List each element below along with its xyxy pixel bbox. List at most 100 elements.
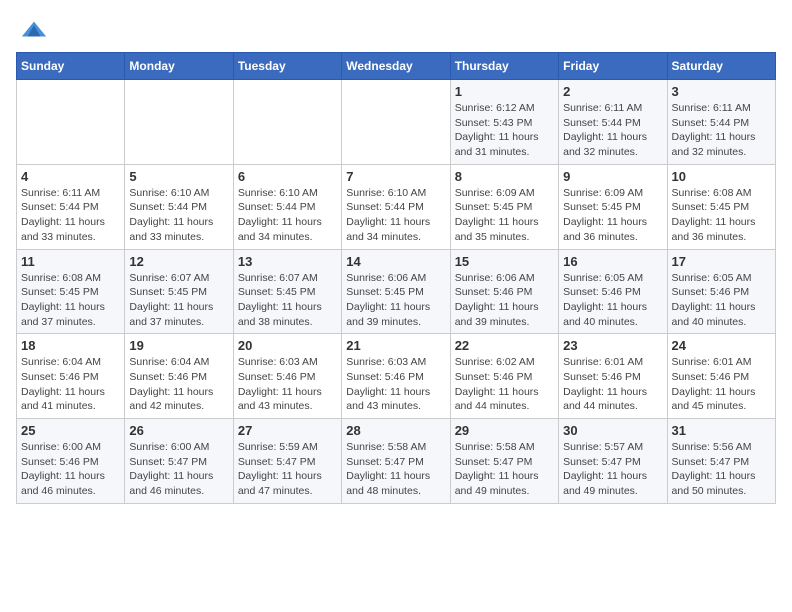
calendar-cell: 23Sunrise: 6:01 AM Sunset: 5:46 PM Dayli… [559, 334, 667, 419]
calendar-cell: 29 Sunrise: 5:58 AM Sunset: 5:47 PM Dayli… [450, 419, 558, 504]
day-number: 13 [238, 254, 337, 269]
calendar-cell: 28Sunrise: 5:58 AM Sunset: 5:47 PM Dayli… [342, 419, 450, 504]
calendar-cell: 8 Sunrise: 6:09 AM Sunset: 5:45 PM Daylig… [450, 164, 558, 249]
calendar-body: 1 Sunrise: 6:12 AM Sunset: 5:43 PM Daylig… [17, 80, 776, 504]
calendar-cell: 21 Sunrise: 6:03 AM Sunset: 5:46 PM Dayli… [342, 334, 450, 419]
day-info: Sunrise: 6:03 AM Sunset: 5:46 PM Dayligh… [238, 355, 337, 414]
calendar-cell: 30 Sunrise: 5:57 AM Sunset: 5:47 PM Dayli… [559, 419, 667, 504]
calendar-cell: 4 Sunrise: 6:11 AM Sunset: 5:44 PM Daylig… [17, 164, 125, 249]
day-info: Sunrise: 6:10 AM Sunset: 5:44 PM Dayligh… [129, 186, 228, 245]
day-number: 3 [672, 84, 771, 99]
week-row-5: 25 Sunrise: 6:00 AM Sunset: 5:46 PM Dayli… [17, 419, 776, 504]
calendar-cell [125, 80, 233, 165]
calendar-cell [17, 80, 125, 165]
calendar-cell [342, 80, 450, 165]
calendar-cell: 9Sunrise: 6:09 AM Sunset: 5:45 PM Daylig… [559, 164, 667, 249]
weekday-header-tuesday: Tuesday [233, 53, 341, 80]
logo-icon [20, 16, 48, 44]
calendar-cell: 15 Sunrise: 6:06 AM Sunset: 5:46 PM Dayli… [450, 249, 558, 334]
day-info: Sunrise: 6:11 AM Sunset: 5:44 PM Dayligh… [21, 186, 120, 245]
day-number: 15 [455, 254, 554, 269]
calendar-cell: 19 Sunrise: 6:04 AM Sunset: 5:46 PM Dayli… [125, 334, 233, 419]
day-number: 18 [21, 338, 120, 353]
day-info: Sunrise: 6:09 AM Sunset: 5:45 PM Dayligh… [455, 186, 554, 245]
calendar-cell: 6 Sunrise: 6:10 AM Sunset: 5:44 PM Daylig… [233, 164, 341, 249]
day-number: 14 [346, 254, 445, 269]
calendar-cell: 18Sunrise: 6:04 AM Sunset: 5:46 PM Dayli… [17, 334, 125, 419]
calendar-cell: 26 Sunrise: 6:00 AM Sunset: 5:47 PM Dayli… [125, 419, 233, 504]
calendar-cell: 16Sunrise: 6:05 AM Sunset: 5:46 PM Dayli… [559, 249, 667, 334]
day-info: Sunrise: 6:08 AM Sunset: 5:45 PM Dayligh… [672, 186, 771, 245]
week-row-1: 1 Sunrise: 6:12 AM Sunset: 5:43 PM Daylig… [17, 80, 776, 165]
calendar-cell: 22 Sunrise: 6:02 AM Sunset: 5:46 PM Dayli… [450, 334, 558, 419]
weekday-header-friday: Friday [559, 53, 667, 80]
calendar-cell: 5 Sunrise: 6:10 AM Sunset: 5:44 PM Daylig… [125, 164, 233, 249]
calendar-cell: 2 Sunrise: 6:11 AM Sunset: 5:44 PM Daylig… [559, 80, 667, 165]
calendar-cell: 27Sunrise: 5:59 AM Sunset: 5:47 PM Dayli… [233, 419, 341, 504]
week-row-3: 11 Sunrise: 6:08 AM Sunset: 5:45 PM Dayli… [17, 249, 776, 334]
day-info: Sunrise: 6:10 AM Sunset: 5:44 PM Dayligh… [238, 186, 337, 245]
calendar-cell: 20 Sunrise: 6:03 AM Sunset: 5:46 PM Dayli… [233, 334, 341, 419]
calendar-cell: 13 Sunrise: 6:07 AM Sunset: 5:45 PM Dayli… [233, 249, 341, 334]
day-info: Sunrise: 6:06 AM Sunset: 5:46 PM Dayligh… [455, 271, 554, 330]
day-info: Sunrise: 6:05 AM Sunset: 5:46 PM Dayligh… [672, 271, 771, 330]
calendar-cell: 7 Sunrise: 6:10 AM Sunset: 5:44 PM Daylig… [342, 164, 450, 249]
calendar-cell: 12Sunrise: 6:07 AM Sunset: 5:45 PM Dayli… [125, 249, 233, 334]
day-info: Sunrise: 6:04 AM Sunset: 5:46 PM Dayligh… [129, 355, 228, 414]
weekday-header-wednesday: Wednesday [342, 53, 450, 80]
week-row-2: 4 Sunrise: 6:11 AM Sunset: 5:44 PM Daylig… [17, 164, 776, 249]
day-info: Sunrise: 5:57 AM Sunset: 5:47 PM Dayligh… [563, 440, 662, 499]
calendar-cell: 24 Sunrise: 6:01 AM Sunset: 5:46 PM Dayli… [667, 334, 775, 419]
day-number: 8 [455, 169, 554, 184]
day-number: 7 [346, 169, 445, 184]
day-number: 24 [672, 338, 771, 353]
day-number: 21 [346, 338, 445, 353]
day-number: 12 [129, 254, 228, 269]
day-number: 4 [21, 169, 120, 184]
weekday-header-sunday: Sunday [17, 53, 125, 80]
day-info: Sunrise: 5:58 AM Sunset: 5:47 PM Dayligh… [455, 440, 554, 499]
calendar-header: SundayMondayTuesdayWednesdayThursdayFrid… [17, 53, 776, 80]
day-info: Sunrise: 6:11 AM Sunset: 5:44 PM Dayligh… [563, 101, 662, 160]
day-info: Sunrise: 6:10 AM Sunset: 5:44 PM Dayligh… [346, 186, 445, 245]
calendar-cell: 31Sunrise: 5:56 AM Sunset: 5:47 PM Dayli… [667, 419, 775, 504]
day-number: 6 [238, 169, 337, 184]
day-number: 27 [238, 423, 337, 438]
calendar-cell: 25 Sunrise: 6:00 AM Sunset: 5:46 PM Dayli… [17, 419, 125, 504]
week-row-4: 18 Sunrise: 6:04 AM Sunset: 5:46 PM Dayli… [17, 334, 776, 419]
day-info: Sunrise: 6:12 AM Sunset: 5:43 PM Dayligh… [455, 101, 554, 160]
day-info: Sunrise: 6:03 AM Sunset: 5:46 PM Dayligh… [346, 355, 445, 414]
day-info: Sunrise: 6:01 AM Sunset: 5:46 PM Dayligh… [672, 355, 771, 414]
day-number: 5 [129, 169, 228, 184]
day-info: Sunrise: 6:00 AM Sunset: 5:46 PM Dayligh… [21, 440, 120, 499]
day-info: Sunrise: 6:08 AM Sunset: 5:45 PM Dayligh… [21, 271, 120, 330]
day-number: 11 [21, 254, 120, 269]
calendar-cell: 10 Sunrise: 6:08 AM Sunset: 5:45 PM Dayli… [667, 164, 775, 249]
day-info: Sunrise: 6:00 AM Sunset: 5:47 PM Dayligh… [129, 440, 228, 499]
day-number: 19 [129, 338, 228, 353]
day-number: 1 [455, 84, 554, 99]
day-number: 25 [21, 423, 120, 438]
logo [16, 16, 48, 44]
weekday-header-saturday: Saturday [667, 53, 775, 80]
day-info: Sunrise: 6:06 AM Sunset: 5:45 PM Dayligh… [346, 271, 445, 330]
day-number: 30 [563, 423, 662, 438]
day-number: 17 [672, 254, 771, 269]
calendar-cell: 11 Sunrise: 6:08 AM Sunset: 5:45 PM Dayli… [17, 249, 125, 334]
day-number: 31 [672, 423, 771, 438]
day-number: 23 [563, 338, 662, 353]
weekday-header-monday: Monday [125, 53, 233, 80]
day-number: 20 [238, 338, 337, 353]
calendar-cell: 1 Sunrise: 6:12 AM Sunset: 5:43 PM Daylig… [450, 80, 558, 165]
day-info: Sunrise: 6:02 AM Sunset: 5:46 PM Dayligh… [455, 355, 554, 414]
day-number: 2 [563, 84, 662, 99]
day-number: 26 [129, 423, 228, 438]
day-info: Sunrise: 6:11 AM Sunset: 5:44 PM Dayligh… [672, 101, 771, 160]
day-number: 29 [455, 423, 554, 438]
day-number: 22 [455, 338, 554, 353]
day-info: Sunrise: 6:07 AM Sunset: 5:45 PM Dayligh… [238, 271, 337, 330]
weekday-header-thursday: Thursday [450, 53, 558, 80]
day-number: 9 [563, 169, 662, 184]
day-number: 10 [672, 169, 771, 184]
calendar-cell: 17 Sunrise: 6:05 AM Sunset: 5:46 PM Dayli… [667, 249, 775, 334]
